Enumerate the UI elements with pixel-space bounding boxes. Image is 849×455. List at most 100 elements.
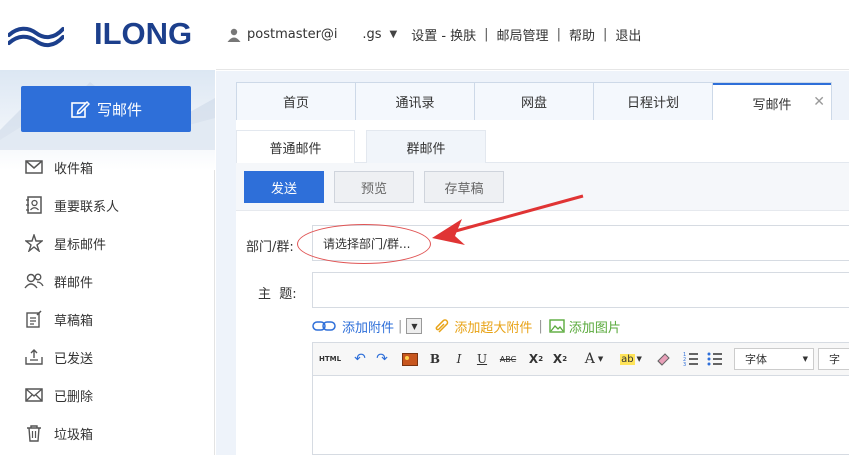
folder-inbox[interactable]: 收件箱 [0,148,215,186]
trash-icon [24,423,44,443]
divider: | [602,27,608,42]
mail-app: ILONG 写邮件 收件箱 重要联系人 星标邮件 群邮件 草稿箱 已发送 已删除… [0,0,849,455]
highlight-color-icon[interactable]: ab ▼ [616,349,646,369]
envelope-icon [24,157,44,177]
italic-icon[interactable]: I [450,349,468,369]
folder-label: 群邮件 [54,275,94,291]
main-tabs: 首页 通讯录 网盘 日程计划 写邮件 ✕ [236,82,832,121]
logo-waves-icon [8,26,64,48]
ordered-list-icon[interactable]: 123 [682,349,700,369]
close-icon[interactable]: ✕ [813,94,825,110]
deleted-envelope-icon [24,385,44,405]
preview-button[interactable]: 预览 [334,171,414,203]
folder-drafts[interactable]: 草稿箱 [0,300,215,338]
attachment-row: 添加附件 | ▼ 添加超大附件 | 添加图片 [312,316,621,336]
compose-pencil-icon [71,100,90,118]
folder-group-mail[interactable]: 群邮件 [0,262,215,300]
tab-home[interactable]: 首页 [237,83,356,120]
mail-type-tabs: 普通邮件 群邮件 [236,130,849,163]
tab-netdisk[interactable]: 网盘 [475,83,594,120]
underline-icon[interactable]: U [473,349,491,369]
html-mode-icon[interactable]: HTML [319,349,341,369]
svg-text:3: 3 [683,362,686,366]
tab-contacts[interactable]: 通讯录 [356,83,475,120]
divider: | [398,318,403,334]
add-image-link[interactable]: 添加图片 [569,317,621,336]
tab-label: 日程计划 [626,96,679,111]
folder-label: 重要联系人 [54,199,120,215]
folder-important-contacts[interactable]: 重要联系人 [0,186,215,224]
chevron-down-icon[interactable]: ▼ [389,29,397,40]
eraser-icon[interactable] [654,349,672,369]
bold-icon[interactable]: B [426,349,444,369]
folder-label: 草稿箱 [54,313,94,329]
tab-group-mail[interactable]: 群邮件 [366,130,486,163]
divider: | [484,27,489,42]
image-icon [549,319,565,333]
folder-label: 星标邮件 [54,237,107,253]
folder-starred[interactable]: 星标邮件 [0,224,215,262]
folder-label: 收件箱 [54,161,94,177]
editor-body[interactable] [312,376,849,455]
paperclip-link-icon [312,321,336,331]
brand-name: ILONG [94,16,193,51]
draft-icon [24,309,44,329]
dept-label: 部门/群: [246,240,294,255]
tab-calendar[interactable]: 日程计划 [594,83,713,120]
subscript-icon[interactable]: X2 [550,349,570,369]
chevron-down-icon: ▼ [802,355,808,363]
sidebar: ILONG 写邮件 收件箱 重要联系人 星标邮件 群邮件 草稿箱 已发送 已删除… [0,0,215,455]
compose-toolbar: 发送 预览 存草稿 [236,163,849,211]
folder-list: 收件箱 重要联系人 星标邮件 群邮件 草稿箱 已发送 已删除 垃圾箱 [0,148,215,452]
font-size-select[interactable]: 字 [818,348,849,370]
folder-sent[interactable]: 已发送 [0,338,215,376]
unordered-list-icon[interactable] [706,349,724,369]
subtab-label: 群邮件 [406,141,446,157]
annotation-circle [297,224,431,264]
strikethrough-icon[interactable]: ABC [497,349,519,369]
divider: | [538,318,543,334]
tab-normal-mail[interactable]: 普通邮件 [236,130,355,163]
compose-button[interactable]: 写邮件 [21,86,191,132]
folder-label: 垃圾箱 [54,427,94,443]
editor-toolbar: HTML ↶ ↷ B I U ABC X2 X2 A ▼ ab ▼ 123 字体 ▼ … [312,342,849,376]
folder-label: 已发送 [54,351,94,367]
save-draft-button[interactable]: 存草稿 [424,171,504,203]
contact-card-icon [24,195,44,215]
folder-deleted[interactable]: 已删除 [0,376,215,414]
font-size-label: 字 [829,353,840,366]
folder-label: 已删除 [54,389,94,405]
add-attachment-link[interactable]: 添加附件 [342,317,394,336]
group-icon [24,271,44,291]
star-icon [24,233,44,253]
top-bar: postmaster@i .gs ▼ 设置 - 换肤 | 邮局管理 | 帮助 |… [216,0,849,70]
font-family-label: 字体 [745,353,767,366]
subject-label: 主 题: [258,287,297,302]
superscript-icon[interactable]: X2 [526,349,546,369]
postoffice-admin-link[interactable]: 邮局管理 [497,25,549,44]
logo: ILONG [0,0,215,70]
folder-trash[interactable]: 垃圾箱 [0,414,215,452]
settings-skin-link[interactable]: 设置 - 换肤 [411,25,476,44]
subtab-label: 普通邮件 [269,141,322,157]
tab-label: 网盘 [520,96,547,111]
divider: | [556,27,561,42]
help-link[interactable]: 帮助 [569,25,595,44]
subject-input[interactable] [312,272,849,308]
insert-image-icon[interactable] [401,349,419,369]
sent-tray-icon [24,347,44,367]
font-color-icon[interactable]: A ▼ [581,349,607,369]
add-large-attachment-link[interactable]: 添加超大附件 [454,317,532,336]
font-family-select[interactable]: 字体 ▼ [734,348,814,370]
logout-link[interactable]: 退出 [615,25,641,44]
paperclip-icon [436,319,449,333]
send-button[interactable]: 发送 [244,171,324,203]
redo-icon[interactable]: ↷ [373,349,391,369]
tab-compose[interactable]: 写邮件 ✕ [713,83,831,121]
attachment-dropdown-icon[interactable]: ▼ [406,318,423,334]
user-account[interactable]: postmaster@i .gs [247,27,381,42]
tab-label: 首页 [282,96,309,111]
undo-icon[interactable]: ↶ [351,349,369,369]
tab-label: 写邮件 [752,97,792,113]
user-icon [227,28,241,42]
